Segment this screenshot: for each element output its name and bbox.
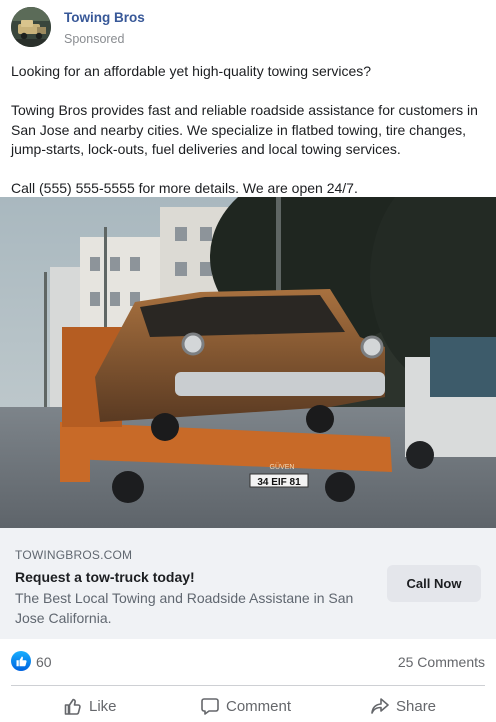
share-button[interactable]: Share (370, 692, 436, 720)
post-actions: Like Comment Share (0, 688, 496, 722)
reactions-bar: 60 25 Comments (0, 640, 496, 684)
comment-label: Comment (226, 697, 292, 715)
page-name-link[interactable]: Towing Bros (64, 10, 145, 25)
like-count[interactable]: 60 (36, 654, 52, 670)
link-description: The Best Local Towing and Roadside Assis… (15, 588, 360, 628)
share-label: Share (396, 697, 437, 715)
tow-truck-photo: 34 EIF 81 GÜVEN (0, 197, 496, 528)
tow-truck-icon (11, 7, 51, 47)
page-avatar[interactable] (11, 7, 51, 47)
action-divider (11, 685, 485, 686)
share-arrow-icon (371, 698, 389, 714)
post-header: Towing Bros Sponsored (0, 0, 496, 56)
link-domain: TOWINGBROS.COM (15, 548, 133, 562)
link-description-line: Jose California. (15, 610, 112, 626)
post-body-text: Looking for an affordable yet high-quali… (11, 62, 489, 199)
sponsored-label[interactable]: Sponsored (64, 32, 124, 46)
post-paragraph-line: San Jose and nearby cities. We specializ… (11, 121, 466, 138)
comment-bubble-icon (201, 698, 219, 715)
comment-button[interactable]: Comment (200, 692, 291, 720)
post-paragraph-line: jump-starts, lock-outs, fuel deliveries … (11, 141, 401, 157)
comment-count-link[interactable]: 25 Comments (398, 654, 485, 670)
thumbs-up-icon (64, 698, 81, 715)
like-label: Like (89, 697, 117, 715)
license-plate-text: 34 EIF 81 (257, 477, 301, 488)
post-question: Looking for an affordable yet high-quali… (11, 63, 372, 79)
post-paragraph-line: Towing Bros provides fast and reliable r… (11, 102, 478, 118)
like-reaction-icon[interactable] (11, 651, 31, 671)
call-now-button[interactable]: Call Now (387, 565, 481, 602)
post-contact-line: Call (555) 555-5555 for more details. We… (11, 180, 358, 196)
like-button[interactable]: Like (63, 692, 117, 720)
link-description-line: The Best Local Towing and Roadside Assis… (15, 590, 354, 606)
ad-image[interactable]: 34 EIF 81 GÜVEN (0, 197, 496, 528)
link-headline: Request a tow-truck today! (15, 569, 195, 585)
truck-bed-text: GÜVEN (270, 463, 295, 471)
